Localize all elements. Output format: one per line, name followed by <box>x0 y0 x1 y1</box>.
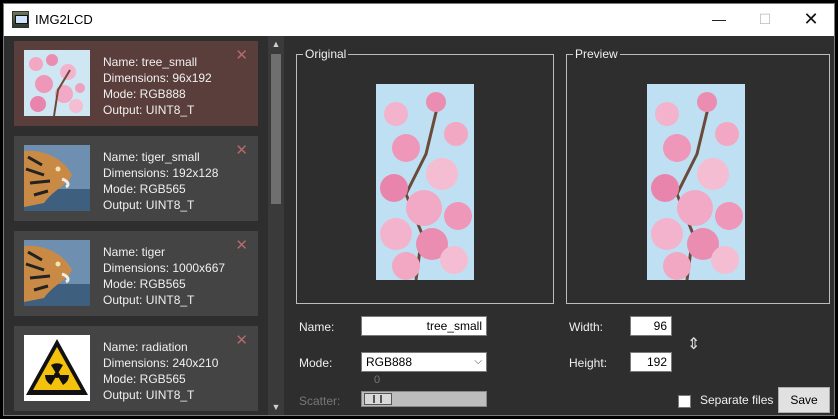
item-mode: Mode: RGB888 <box>103 87 186 101</box>
mode-label: Mode: <box>299 356 333 370</box>
item-name: Name: radiation <box>103 340 188 354</box>
height-label: Height: <box>569 356 608 370</box>
scroll-down-icon[interactable]: ▼ <box>268 399 284 415</box>
maximize-button[interactable]: ☐ <box>742 4 788 36</box>
remove-item-icon[interactable]: ✕ <box>235 238 248 253</box>
image-list-item-tree-small[interactable]: Name: tree_small Dimensions: 96x192 Mode… <box>14 41 258 126</box>
image-list-panel: Name: tree_small Dimensions: 96x192 Mode… <box>4 36 288 415</box>
item-name: Name: tree_small <box>103 55 198 69</box>
link-dimensions-icon[interactable]: ⇕ <box>687 334 700 354</box>
scroll-thumb[interactable] <box>271 54 281 204</box>
item-output: Output: UINT8_T <box>103 293 195 307</box>
preview-image <box>647 84 745 280</box>
name-label: Name: <box>299 320 335 334</box>
thumbnail-tiger <box>24 145 90 211</box>
remove-item-icon[interactable]: ✕ <box>235 143 248 158</box>
scatter-value: 0 <box>374 374 381 386</box>
image-list-item-tiger-small[interactable]: Name: tiger_small Dimensions: 192x128 Mo… <box>14 136 258 221</box>
item-output: Output: UINT8_T <box>103 388 195 402</box>
item-mode: Mode: RGB565 <box>103 182 186 196</box>
save-button[interactable]: Save <box>778 387 830 413</box>
scatter-label: Scatter: <box>299 394 341 408</box>
item-output: Output: UINT8_T <box>103 103 195 117</box>
minimize-button[interactable]: — <box>696 4 742 36</box>
app-icon <box>12 11 29 28</box>
item-mode: Mode: RGB565 <box>103 277 186 291</box>
width-label: Width: <box>569 320 604 334</box>
image-list-item-tiger[interactable]: Name: tiger Dimensions: 1000x667 Mode: R… <box>14 231 258 316</box>
app-window: IMG2LCD — ☐ ✕ Name: tree_small Dimension… <box>3 3 835 416</box>
mode-select[interactable]: RGB888 ⌵ <box>361 352 487 372</box>
separate-files-checkbox[interactable] <box>678 395 691 408</box>
item-dimensions: Dimensions: 240x210 <box>103 356 219 370</box>
close-button[interactable]: ✕ <box>788 4 834 36</box>
item-output: Output: UINT8_T <box>103 198 195 212</box>
thumbnail-radiation <box>24 335 90 401</box>
preview-group: Preview <box>566 47 830 304</box>
remove-item-icon[interactable]: ✕ <box>235 333 248 348</box>
title-bar: IMG2LCD — ☐ ✕ <box>4 4 834 36</box>
item-dimensions: Dimensions: 1000x667 <box>103 261 226 275</box>
original-group: Original <box>296 47 554 304</box>
item-name: Name: tiger_small <box>103 150 200 164</box>
scatter-slider[interactable] <box>361 391 487 407</box>
thumbnail-tiger <box>24 240 90 306</box>
width-input[interactable]: 96 <box>630 316 672 336</box>
height-input[interactable]: 192 <box>630 352 672 372</box>
item-dimensions: Dimensions: 96x192 <box>103 71 212 85</box>
name-input[interactable]: tree_small <box>361 316 487 336</box>
item-name: Name: tiger <box>103 245 166 259</box>
preview-label: Preview <box>573 47 620 61</box>
mode-select-value: RGB888 <box>366 355 413 369</box>
scroll-up-icon[interactable]: ▲ <box>268 36 284 52</box>
remove-item-icon[interactable]: ✕ <box>235 48 248 63</box>
scatter-slider-handle[interactable] <box>364 393 392 405</box>
item-dimensions: Dimensions: 192x128 <box>103 166 219 180</box>
original-image <box>376 84 474 280</box>
thumbnail-blossom <box>24 50 90 116</box>
item-mode: Mode: RGB565 <box>103 372 186 386</box>
separate-files-label: Separate files <box>700 393 774 407</box>
app-title: IMG2LCD <box>35 12 93 27</box>
image-list-scrollbar[interactable]: ▲ ▼ <box>268 36 284 415</box>
original-label: Original <box>303 47 349 61</box>
chevron-down-icon: ⌵ <box>474 356 482 367</box>
image-list-item-radiation[interactable]: Name: radiation Dimensions: 240x210 Mode… <box>14 326 258 411</box>
